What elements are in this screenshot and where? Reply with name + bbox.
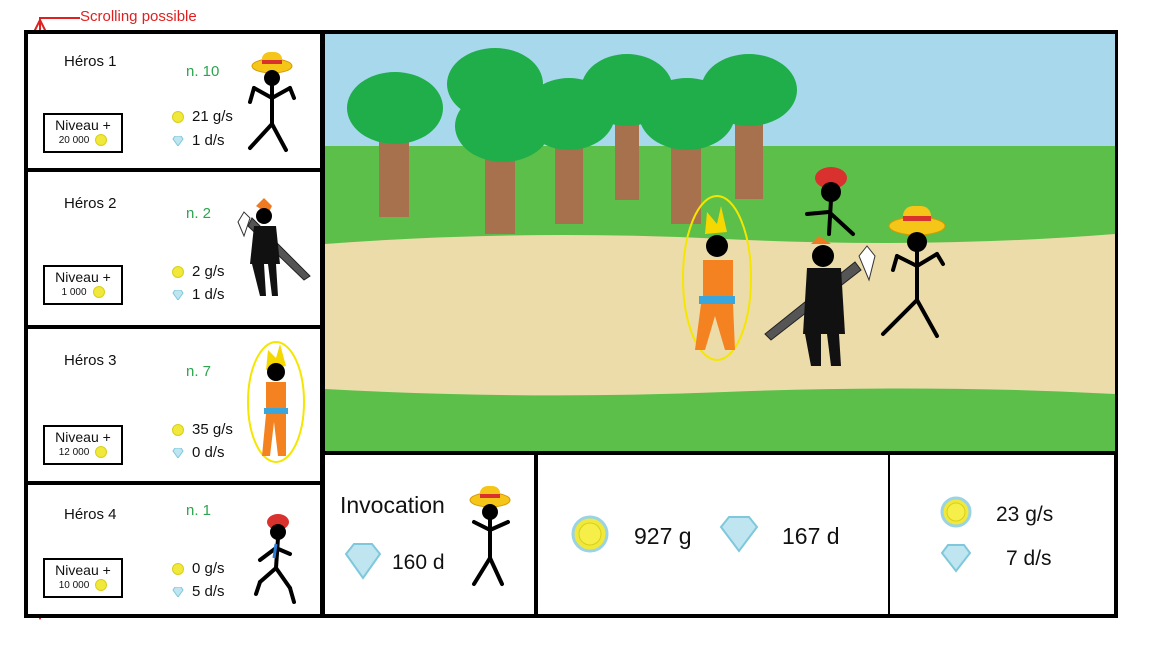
total-gold: 927 g (634, 523, 692, 549)
summon-hero-sprite (469, 486, 511, 586)
hero-gem-rate: 1 d/s (172, 132, 225, 149)
hero-divider (28, 168, 322, 172)
coin-icon (172, 110, 184, 123)
level-up-button[interactable]: Niveau + 12 000 (43, 425, 123, 465)
hero-divider (28, 325, 322, 329)
coin-icon (172, 265, 184, 278)
diamond-icon (344, 543, 382, 580)
hero-name: Héros 1 (64, 53, 117, 70)
hero-1-sprite (248, 52, 296, 152)
summon-label: Invocation (340, 492, 445, 518)
diamond-icon (172, 447, 184, 458)
hero-gold-rate: 2 g/s (172, 263, 225, 280)
level-up-button[interactable]: Niveau + 1 000 (43, 265, 123, 305)
totals-divider (888, 451, 890, 618)
diamond-icon (719, 516, 759, 553)
level-up-button[interactable]: Niveau + 20 000 (43, 113, 123, 153)
hero-divider (28, 481, 322, 485)
hero-count: n. 7 (186, 363, 212, 380)
diamond-icon (940, 544, 972, 573)
coin-icon (95, 134, 108, 146)
coin-icon (172, 562, 184, 575)
hero-count: n. 10 (186, 63, 220, 80)
hero-4-sprite (254, 514, 296, 604)
coin-icon (172, 423, 184, 436)
coin-icon (571, 515, 609, 553)
hero-3-sprite (247, 341, 305, 463)
income-gems: 7 d/s (1006, 547, 1052, 570)
hero-2-sprite (237, 198, 311, 296)
hero-name: Héros 3 (64, 352, 117, 369)
hero-gem-rate: 1 d/s (172, 286, 225, 303)
hero-gold-rate: 35 g/s (172, 421, 233, 438)
hero-count: n. 2 (186, 205, 212, 222)
game-scene[interactable] (325, 34, 1115, 451)
hero-name: Héros 2 (64, 195, 117, 212)
diamond-icon (172, 586, 184, 597)
coin-icon (92, 286, 105, 298)
hero-count: n. 1 (186, 502, 212, 519)
level-up-button[interactable]: Niveau + 10 000 (43, 558, 123, 598)
hero-gem-rate: 5 d/s (172, 583, 225, 600)
summon-cost: 160 d (392, 551, 445, 574)
diamond-icon (172, 135, 184, 146)
hero-gold-rate: 0 g/s (172, 560, 225, 577)
scene-bottom-divider (325, 451, 1115, 455)
coin-icon (95, 579, 108, 591)
summon-divider (534, 451, 538, 618)
hero-name: Héros 4 (64, 506, 117, 523)
hero-gold-rate: 21 g/s (172, 108, 233, 125)
income-gold: 23 g/s (996, 503, 1054, 526)
coin-icon (95, 446, 108, 458)
hero-gem-rate: 0 d/s (172, 444, 225, 461)
total-gems: 167 d (782, 523, 840, 549)
scroll-hint-label: Scrolling possible (80, 8, 197, 25)
coin-icon (940, 496, 972, 528)
diamond-icon (172, 289, 184, 300)
